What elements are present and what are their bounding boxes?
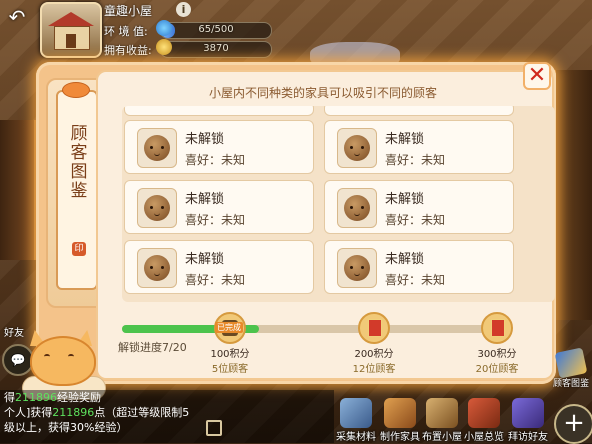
- customer-guide-button[interactable]: 顾客图鉴: [553, 347, 589, 394]
- customer-preference: 喜好：未知: [385, 213, 446, 227]
- water-drop-icon: [156, 20, 172, 36]
- customer-card[interactable]: 未解锁 喜好：未知: [124, 120, 314, 174]
- progress-value: 7/20: [162, 341, 187, 354]
- locked-customer-icon: [344, 135, 370, 161]
- scroll-frame: 顾客图鉴 印: [56, 90, 98, 290]
- reward-card-icon: [358, 312, 390, 344]
- customer-grid[interactable]: 未解锁 喜好：未知 未解锁 喜好：未知 未解锁 喜好：未知 未解锁 喜好：未知 …: [122, 106, 555, 302]
- mascot-eye: [68, 354, 74, 359]
- unlock-progress-bar: [122, 325, 512, 333]
- visit-friends-icon: [512, 398, 544, 428]
- customer-portrait-frame: [337, 188, 377, 228]
- env-label: 环 境 值:: [104, 25, 148, 38]
- house-overview-icon: [468, 398, 500, 428]
- locked-customer-icon: [144, 195, 170, 221]
- house-door-shape: [66, 34, 76, 48]
- chat-line-1: 得211896经验奖励: [4, 391, 101, 404]
- side-tab-title: 顾客图鉴: [66, 124, 87, 200]
- chat-line-2: 个人]获得211896点（超过等级限制5: [4, 406, 190, 419]
- shovel-icon: [340, 398, 372, 428]
- customer-preference: 喜好：未知: [385, 273, 446, 287]
- reward-points: 200积分: [354, 349, 394, 360]
- customer-portrait-frame: [337, 248, 377, 288]
- toolbar-house-overview[interactable]: 小屋总览: [462, 398, 506, 443]
- locked-customer-icon: [344, 255, 370, 281]
- reward-card-icon: [481, 312, 513, 344]
- customer-portrait-frame: [137, 248, 177, 288]
- customer-name: 未解锁: [385, 192, 425, 207]
- chat-log[interactable]: 得211896经验奖励 个人]获得211896点（超过等级限制5 级以上，获得3…: [0, 390, 334, 443]
- customer-card[interactable]: 未解锁 喜好：未知: [324, 240, 514, 294]
- customer-preference: 喜好：未知: [185, 213, 246, 227]
- customer-card-partial: [124, 106, 314, 116]
- reward-milestone-1[interactable]: 已完成 100积分 5位顾客: [195, 312, 265, 375]
- toolbar-make-furniture[interactable]: 制作家具: [378, 398, 422, 443]
- reward-milestone-3[interactable]: 300积分 20位顾客: [462, 312, 532, 375]
- reward-points: 300积分: [477, 349, 517, 360]
- lock-icon[interactable]: [206, 420, 222, 436]
- reward-requirement: 12位顾客: [352, 364, 396, 375]
- locked-customer-icon: [144, 255, 170, 281]
- reward-requirement: 5位顾客: [211, 364, 249, 375]
- locked-customer-icon: [144, 135, 170, 161]
- customer-name: 未解锁: [185, 132, 225, 147]
- customer-name: 未解锁: [185, 252, 225, 267]
- chat-line-3: 级以上，获得30%经验）: [4, 421, 128, 434]
- claimed-badge: 已完成: [215, 322, 243, 333]
- customer-portrait-frame: [137, 128, 177, 168]
- wall-decoration-right: [554, 70, 592, 320]
- reward-points: 100积分: [210, 349, 250, 360]
- house-roof-shape: [48, 12, 94, 26]
- customer-card[interactable]: 未解锁 喜好：未知: [324, 180, 514, 234]
- customer-name: 未解锁: [385, 132, 425, 147]
- back-arrow-icon[interactable]: ↶: [6, 6, 28, 28]
- customer-card[interactable]: 未解锁 喜好：未知: [324, 120, 514, 174]
- toolbar-visit-friends[interactable]: 拜访好友: [506, 398, 550, 443]
- customer-portrait-frame: [137, 188, 177, 228]
- income-value: 3870: [203, 43, 229, 54]
- mascot-eye: [44, 354, 50, 359]
- unlock-progress-label: 解锁进度7/20: [118, 339, 187, 355]
- toolbar-arrange-house[interactable]: 布置小屋: [420, 398, 464, 443]
- customer-preference: 喜好：未知: [385, 153, 446, 167]
- house-avatar[interactable]: [40, 2, 102, 58]
- guide-book-icon: [554, 347, 588, 379]
- plus-button[interactable]: +: [554, 404, 592, 444]
- toolbar-collect-materials[interactable]: 采集材料: [334, 398, 378, 443]
- customer-preference: 喜好：未知: [185, 273, 246, 287]
- mascot-head: [30, 336, 96, 386]
- customer-portrait-frame: [337, 128, 377, 168]
- knot-icon: [62, 82, 90, 98]
- customer-card[interactable]: 未解锁 喜好：未知: [124, 240, 314, 294]
- hint-text: 小屋内不同种类的家具可以吸引不同的顾客: [208, 86, 437, 100]
- reward-requirement: 20位顾客: [475, 364, 519, 375]
- hammer-icon: [384, 398, 416, 428]
- income-bar: 3870: [160, 41, 272, 58]
- house-name: 童趣小屋: [104, 4, 153, 18]
- close-button[interactable]: ✕: [523, 62, 551, 90]
- friends-label[interactable]: 好友: [4, 324, 24, 339]
- wall-decoration-left: [0, 120, 36, 260]
- locked-customer-icon: [344, 195, 370, 221]
- reward-milestone-2[interactable]: 200积分 12位顾客: [339, 312, 409, 375]
- coin-icon: [156, 39, 172, 55]
- customer-card[interactable]: 未解锁 喜好：未知: [124, 180, 314, 234]
- seal-icon: 印: [72, 242, 86, 256]
- env-value: 65/500: [198, 24, 234, 35]
- progress-prefix: 解锁进度: [118, 341, 162, 354]
- info-icon[interactable]: i: [176, 2, 191, 17]
- furniture-icon: [426, 398, 458, 428]
- env-bar: 65/500: [160, 22, 272, 39]
- customer-name: 未解锁: [185, 192, 225, 207]
- customer-preference: 喜好：未知: [185, 153, 246, 167]
- customer-card-partial: [324, 106, 514, 116]
- customer-name: 未解锁: [385, 252, 425, 267]
- income-label: 拥有收益:: [104, 44, 152, 57]
